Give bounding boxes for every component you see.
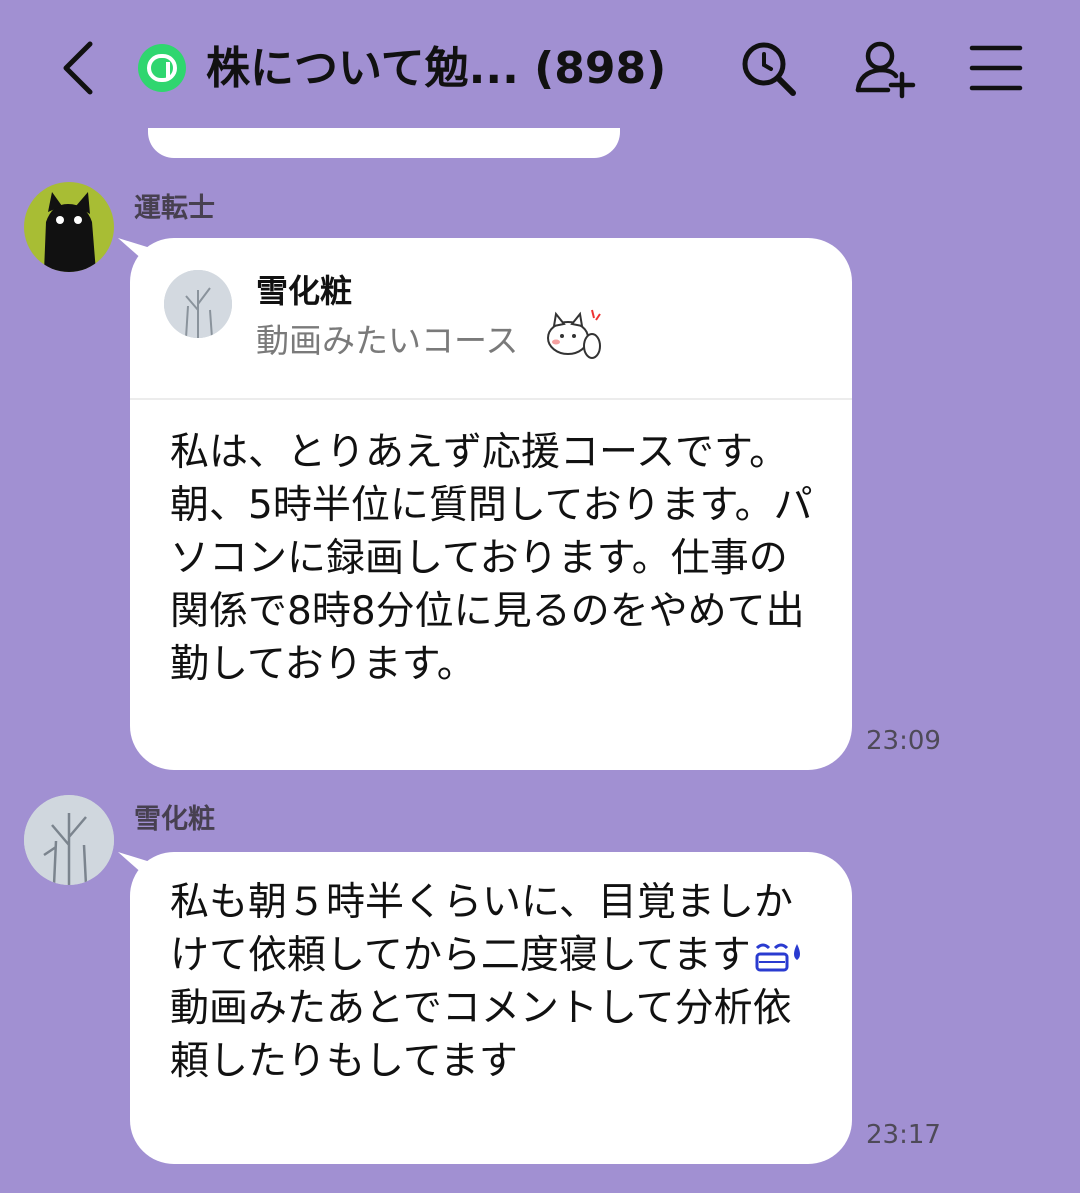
sender-name: 雪化粧 bbox=[134, 804, 215, 835]
quote-sender-name: 雪化粧 bbox=[256, 272, 353, 310]
previous-message-bubble bbox=[148, 128, 620, 158]
black-cat-avatar[interactable] bbox=[24, 182, 114, 272]
chevron-left-icon bbox=[63, 41, 93, 95]
message-text: 私は、とりあえず応援コースです。朝、5時半位に質問しております。パソコンに録画し… bbox=[170, 430, 813, 687]
message-time: 23:09 bbox=[866, 726, 941, 756]
quote-avatar bbox=[164, 270, 232, 338]
message-bubble[interactable]: 私も朝５時半くらいに、目覚ましかけて依頼してから二度寝してます 動画みたあとでコ… bbox=[130, 852, 852, 1164]
quote-text: 動画みたいコース bbox=[256, 321, 519, 360]
message-text-part: 私も朝５時半くらいに、目覚ましかけて依頼してから二度寝してます bbox=[170, 880, 793, 978]
add-friend-button[interactable] bbox=[852, 38, 916, 100]
chat-header: 株について勉... (898) bbox=[0, 0, 1080, 140]
message-bubble[interactable]: 雪化粧 動画みたいコース 私は、とりあえず応援コースです。朝、5時半位に質問して… bbox=[130, 238, 852, 770]
sweat-emoji-icon bbox=[755, 943, 800, 971]
cat-emoji-icon bbox=[542, 304, 606, 364]
message-text: 私も朝５時半くらいに、目覚ましかけて依頼してから二度寝してます 動画みたあとでコ… bbox=[170, 876, 820, 1088]
snowy-trees-avatar[interactable] bbox=[24, 795, 114, 885]
message-text-part: 動画みたあとでコメントして分析依頼したりもしてます bbox=[170, 986, 792, 1084]
message-time: 23:17 bbox=[866, 1120, 941, 1150]
chat-title[interactable]: 株について勉... (898) bbox=[206, 36, 696, 106]
search-icon bbox=[742, 42, 796, 96]
search-button[interactable] bbox=[738, 38, 800, 100]
menu-icon bbox=[969, 45, 1023, 91]
openchat-icon bbox=[138, 44, 186, 92]
menu-button[interactable] bbox=[966, 38, 1028, 100]
back-button[interactable] bbox=[58, 38, 102, 98]
reply-quote[interactable]: 雪化粧 動画みたいコース bbox=[130, 238, 852, 400]
sender-name: 運転士 bbox=[134, 193, 215, 224]
add-friend-icon bbox=[855, 41, 916, 99]
